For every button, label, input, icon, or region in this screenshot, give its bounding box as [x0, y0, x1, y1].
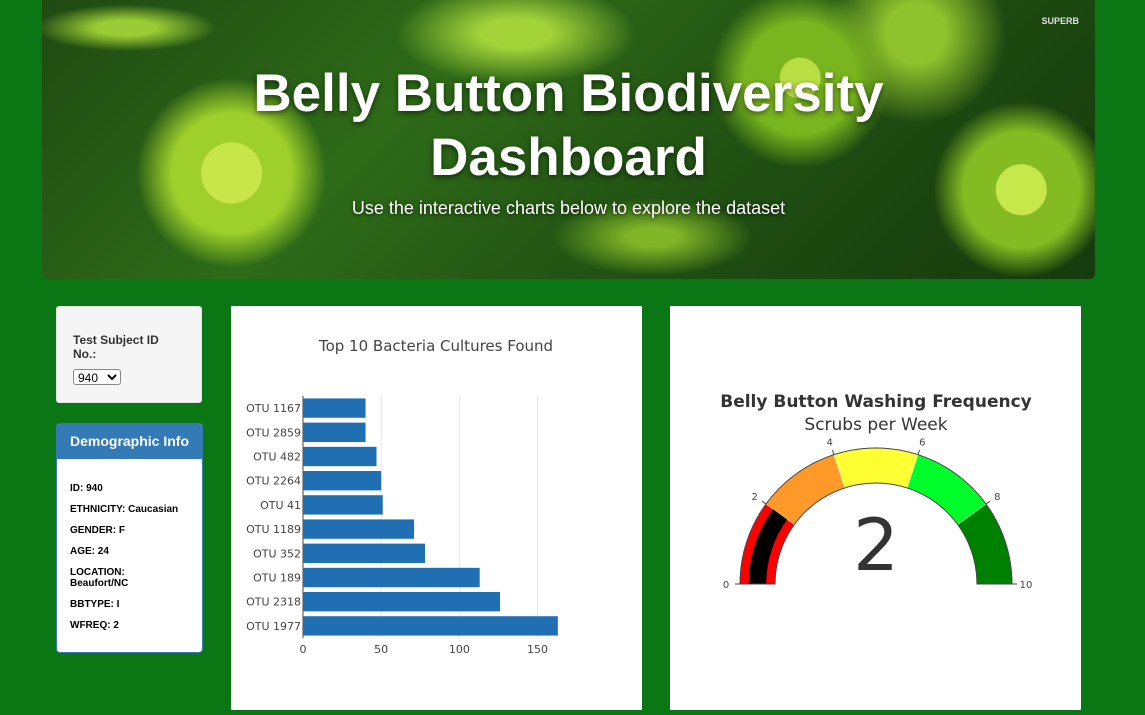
bar-x-tick-label: 0: [300, 643, 307, 656]
gauge-title: Belly Button Washing Frequency: [720, 392, 1032, 412]
gauge-chart[interactable]: Belly Button Washing Frequency Scrubs pe…: [670, 306, 1081, 710]
bar-x-tick-label: 50: [374, 643, 388, 656]
bar-mark[interactable]: [303, 446, 377, 467]
subject-id-select[interactable]: 940: [73, 369, 121, 385]
bar-y-tick-label: OTU 482: [253, 451, 301, 464]
demo-wfreq: WFREQ: 2: [70, 620, 119, 631]
bar-mark[interactable]: [303, 543, 425, 563]
bar-mark[interactable]: [303, 471, 382, 491]
gauge-tick-label: 8: [994, 492, 1000, 503]
bar-chart[interactable]: Top 10 Bacteria Cultures Found OTU 1167 O…: [231, 306, 642, 710]
gauge-tick-label: 4: [826, 437, 832, 448]
bar-mark[interactable]: [303, 495, 383, 515]
bar-x-tick-label: 150: [527, 643, 548, 656]
page-title: Belly Button Biodiversity Dashboard: [42, 62, 1095, 190]
demo-age: AGE: 24: [70, 546, 109, 557]
bar-y-tick-label: OTU 1167: [246, 402, 301, 415]
gauge-chart-container: Belly Button Washing Frequency Scrubs pe…: [670, 306, 1081, 710]
subject-selector-panel: Test Subject ID No.: 940: [56, 306, 202, 403]
gauge-tick-label: 2: [751, 492, 757, 503]
gauge-tick: [761, 500, 767, 505]
gauge-tick-label: 6: [919, 437, 925, 448]
demo-bbtype: BBTYPE: I: [70, 599, 120, 610]
demo-ethnicity: ETHNICITY: Caucasian: [70, 504, 179, 515]
page-title-line2: Dashboard: [430, 128, 707, 187]
bar-x-tick-label: 100: [449, 643, 470, 656]
demo-id: ID: 940: [70, 483, 103, 494]
bar-y-tick-label: OTU 1977: [246, 620, 301, 633]
bar-chart-container: Top 10 Bacteria Cultures Found OTU 1167 O…: [231, 306, 642, 710]
gauge-subtitle: Scrubs per Week: [804, 415, 947, 435]
bar-y-tick-label: OTU 41: [260, 499, 301, 512]
gauge-tick-label: 0: [723, 580, 729, 591]
gauge-tick: [985, 500, 991, 505]
bar-mark[interactable]: [303, 592, 501, 612]
demographic-panel-heading: Demographic Info: [57, 424, 202, 459]
bar-y-tick-label: OTU 2264: [246, 475, 301, 488]
bar-y-tick-label: OTU 1189: [246, 523, 301, 536]
bar-chart-title: Top 10 Bacteria Cultures Found: [318, 337, 553, 355]
bar-mark[interactable]: [303, 422, 366, 442]
demographic-panel-body: ID: 940 ETHNICITY: Caucasian GENDER: F A…: [57, 459, 202, 631]
bar-mark[interactable]: [303, 616, 558, 636]
gauge-tick-label: 10: [1020, 580, 1033, 591]
gauge-tick: [917, 449, 921, 455]
demo-location: LOCATION: Beaufort/NC: [70, 567, 129, 589]
page-subtitle: Use the interactive charts below to expl…: [351, 198, 786, 218]
demographic-panel: Demographic Info ID: 940 ETHNICITY: Cauc…: [56, 423, 203, 653]
gauge-step: [833, 447, 919, 489]
bar-y-tick-label: OTU 189: [253, 572, 301, 585]
page-title-line1: Belly Button Biodiversity: [253, 64, 884, 123]
header-banner: SUPERB Belly Button Biodiversity Dashboa…: [42, 0, 1095, 279]
bar-mark[interactable]: [303, 519, 415, 539]
banner-logo: SUPERB: [1041, 16, 1079, 26]
bar-y-tick-label: OTU 352: [253, 547, 301, 560]
subject-selector-label: Test Subject ID No.:: [73, 333, 159, 361]
bar-y-tick-label: OTU 2318: [246, 596, 301, 609]
gauge-tick: [831, 449, 835, 455]
bar-mark[interactable]: [303, 398, 366, 418]
bar-mark[interactable]: [303, 567, 480, 588]
gauge-value-label: 2: [853, 503, 899, 587]
demo-gender: GENDER: F: [70, 525, 125, 536]
bar-y-tick-label: OTU 2859: [246, 426, 301, 439]
